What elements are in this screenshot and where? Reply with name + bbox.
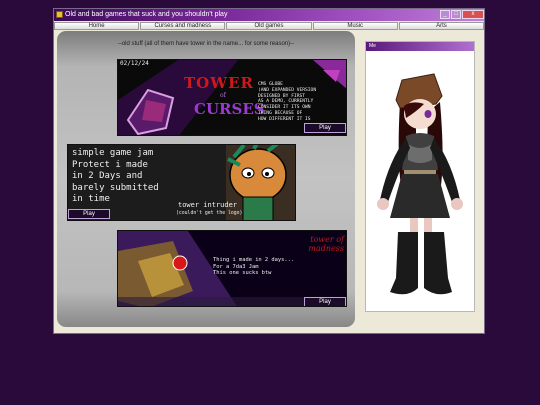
game-title-text: tower intruder xyxy=(178,201,238,209)
red-orb xyxy=(172,255,188,271)
logo-tower-of-madness: tower of madness xyxy=(308,235,344,253)
release-date: 02/12/24 xyxy=(120,60,149,67)
game-description: Thing i made in 2 days... For a 7da3 Jam… xyxy=(213,257,295,277)
games-panel: --old stuff (all of them have tower in t… xyxy=(57,31,355,327)
profile-panel: Me xyxy=(365,41,475,312)
game-subtitle-text: (couldn't get the logo) xyxy=(176,211,243,216)
nav-bar: Home Curses and madness Old games Music … xyxy=(54,22,485,30)
logo-of: of xyxy=(220,92,226,99)
play-button[interactable]: Play xyxy=(304,123,346,133)
play-button[interactable]: Play xyxy=(304,297,346,306)
nav-music[interactable]: Music xyxy=(312,22,398,30)
game-card-tower-of-curses: 02/12/24 TOWER of CURSES CMS GLOBE (AND … xyxy=(117,59,347,136)
game-description: simple game jam Protect i made in 2 Days… xyxy=(72,148,159,204)
game-card-tower-intruder: simple game jam Protect i made in 2 Days… xyxy=(67,144,296,221)
play-button[interactable]: Play xyxy=(68,209,110,219)
logo-tower: TOWER xyxy=(184,74,254,92)
nav-old-games[interactable]: Old games xyxy=(226,22,312,30)
nav-arts[interactable]: Arts xyxy=(398,22,485,30)
nav-curses-and-madness[interactable]: Curses and madness xyxy=(140,22,226,30)
game-description: CMS GLOBE (AND EXPANDED VERSION DESIGNED… xyxy=(258,82,317,122)
character-face xyxy=(229,148,287,202)
app-icon xyxy=(56,11,63,18)
game-card-tower-of-madness: tower of madness Thing i made in 2 days.… xyxy=(117,230,347,307)
browser-window: Old and bad games that suck and you shou… xyxy=(53,8,485,334)
close-button[interactable]: x xyxy=(462,10,484,19)
window-title: Old and bad games that suck and you shou… xyxy=(65,11,228,18)
logo-curses: CURSES xyxy=(194,100,265,118)
minimize-button[interactable]: _ xyxy=(440,10,450,19)
character-illustration xyxy=(377,73,463,295)
profile-header: Me xyxy=(366,42,474,51)
title-bar: Old and bad games that suck and you shou… xyxy=(54,9,484,21)
nav-home[interactable]: Home xyxy=(54,22,140,30)
maximize-button[interactable]: □ xyxy=(451,10,461,19)
section-caption: --old stuff (all of them have tower in t… xyxy=(117,41,295,47)
